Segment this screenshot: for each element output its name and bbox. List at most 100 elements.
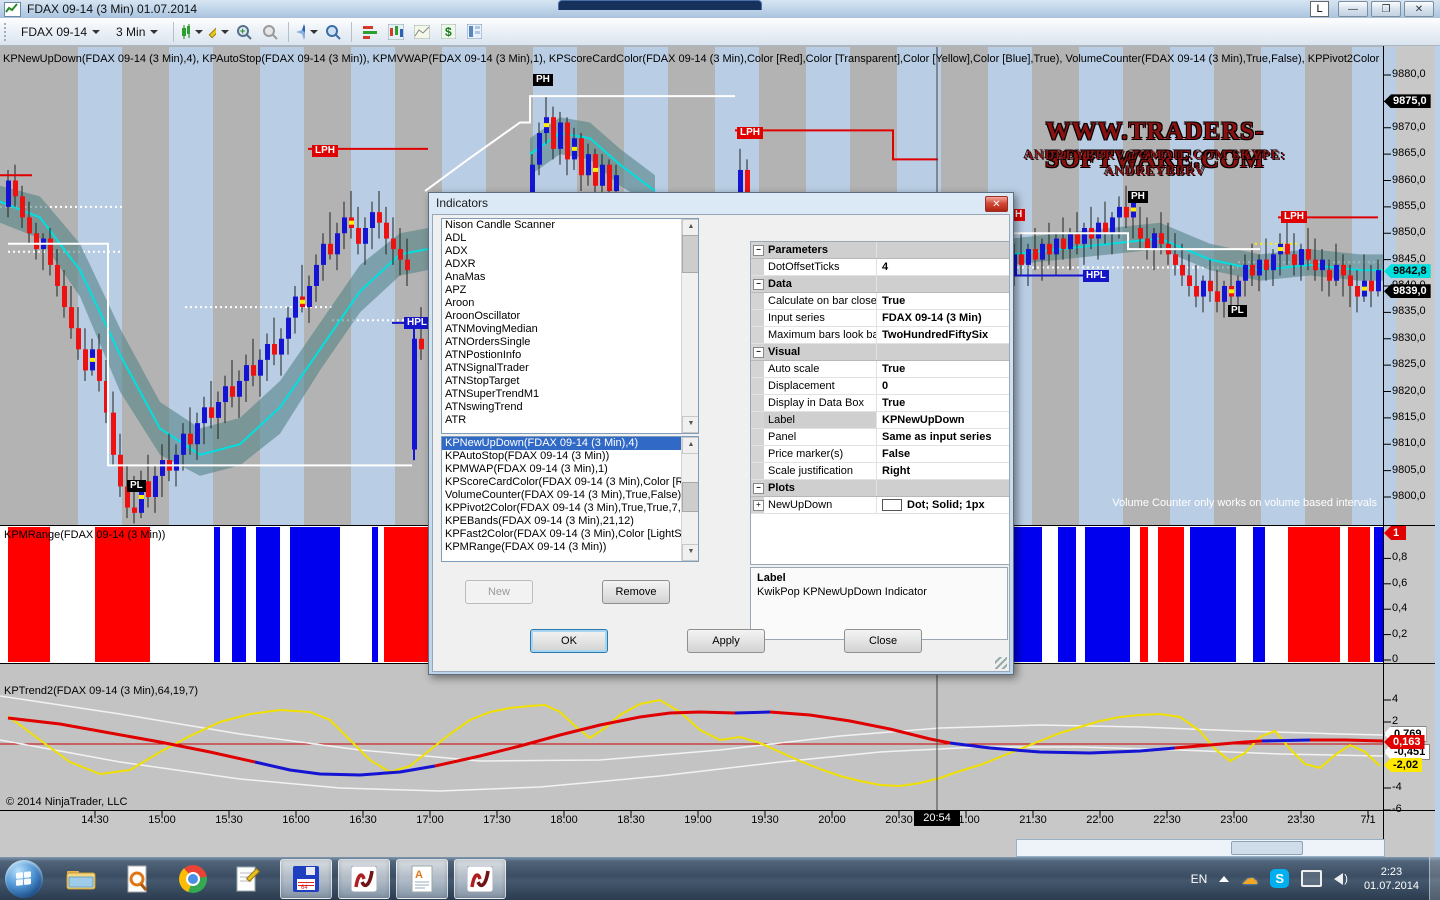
property-value[interactable]: TwoHundredFiftySix xyxy=(877,327,1009,343)
selected-indicator-item[interactable]: KPMRange(FDAX 09-14 (3 Min)) xyxy=(442,541,681,554)
available-indicator-item[interactable]: ATNPostionInfo xyxy=(442,349,681,362)
taskbar-notepad-button[interactable] xyxy=(224,860,274,898)
dialog-titlebar[interactable]: Indicators xyxy=(429,193,1013,213)
new-button[interactable]: New xyxy=(465,580,533,604)
taskbar-floppy-app-button[interactable]: 64 xyxy=(280,859,332,899)
taskbar-chrome-button[interactable] xyxy=(168,860,218,898)
tray-expand-button[interactable] xyxy=(1219,876,1229,882)
property-row-auto-scale[interactable]: Auto scaleTrue xyxy=(751,361,1009,378)
chart-style-button[interactable] xyxy=(181,22,203,42)
selected-list-scrollbar[interactable]: ▲ ▼ xyxy=(681,437,698,561)
zoom-out-button[interactable] xyxy=(259,22,281,42)
scroll-down-icon[interactable]: ▼ xyxy=(682,416,699,433)
close-button[interactable]: ✕ xyxy=(1404,1,1434,17)
property-value[interactable]: 0 xyxy=(877,378,1009,394)
columns-button[interactable] xyxy=(463,22,485,42)
available-indicator-item[interactable]: APZ xyxy=(442,284,681,297)
property-row-calculate-on-bar-close[interactable]: Calculate on bar closeTrue xyxy=(751,293,1009,310)
property-value[interactable]: Right xyxy=(877,463,1009,479)
available-indicator-item[interactable]: ATNSignalTrader xyxy=(442,362,681,375)
property-value[interactable]: Dot; Solid; 1px xyxy=(877,497,1009,513)
selected-indicator-item[interactable]: VolumeCounter(FDAX 09-14 (3 Min),True,Fa… xyxy=(442,489,681,502)
scroll-down-icon[interactable]: ▼ xyxy=(682,544,699,561)
selected-indicator-item[interactable]: KPPivot2Color(FDAX 09-14 (3 Min),True,Tr… xyxy=(442,502,681,515)
property-value[interactable]: False xyxy=(877,446,1009,462)
selected-indicator-item[interactable]: KPScoreCardColor(FDAX 09-14 (3 Min),Colo… xyxy=(442,476,681,489)
property-section-parameters[interactable]: −Parameters xyxy=(751,242,1009,259)
network-tray-icon[interactable] xyxy=(1301,870,1322,887)
chart-image-button[interactable] xyxy=(411,22,433,42)
taskbar-search-button[interactable] xyxy=(112,860,162,898)
selected-indicator-item[interactable]: KPAutoStop(FDAX 09-14 (3 Min)) xyxy=(442,450,681,463)
available-indicator-item[interactable]: Nison Candle Scanner xyxy=(442,219,681,232)
property-row-dotoffsetticks[interactable]: DotOffsetTicks4 xyxy=(751,259,1009,276)
expand-icon[interactable]: + xyxy=(753,500,764,511)
volume-tray-icon[interactable]: ) xyxy=(1334,873,1348,885)
restore-button[interactable]: ❐ xyxy=(1371,1,1401,17)
property-section-visual[interactable]: −Visual xyxy=(751,344,1009,361)
minimize-button[interactable]: — xyxy=(1338,1,1368,17)
language-indicator[interactable]: EN xyxy=(1191,872,1208,886)
property-value[interactable]: True xyxy=(877,293,1009,309)
remove-button[interactable]: Remove xyxy=(602,580,670,604)
property-value[interactable]: KPNewUpDown xyxy=(877,412,1009,428)
property-value[interactable]: 4 xyxy=(877,259,1009,275)
available-indicator-item[interactable]: ATNOrdersSingle xyxy=(442,336,681,349)
plot-color-swatch[interactable] xyxy=(882,499,902,511)
available-indicator-item[interactable]: ATR xyxy=(442,414,681,427)
available-indicator-item[interactable]: AnaMas xyxy=(442,271,681,284)
collapse-icon[interactable]: − xyxy=(753,483,764,494)
property-row-scale-justification[interactable]: Scale justificationRight xyxy=(751,463,1009,480)
scrollbar-thumb[interactable] xyxy=(1231,841,1303,855)
scrollbar-thumb[interactable] xyxy=(682,482,699,512)
property-value[interactable]: True xyxy=(877,361,1009,377)
property-row-maximum-bars-look-back[interactable]: Maximum bars look backTwoHundredFiftySix xyxy=(751,327,1009,344)
available-indicators-list[interactable]: Nison Candle ScannerADLADXADXRAnaMasAPZA… xyxy=(441,218,699,434)
collapse-icon[interactable]: − xyxy=(753,279,764,290)
taskbar-document-button[interactable]: A xyxy=(396,859,448,899)
interval-dropdown[interactable]: 3 Min xyxy=(110,22,164,42)
property-section-plots[interactable]: −Plots xyxy=(751,480,1009,497)
horizontal-scrollbar[interactable] xyxy=(1016,839,1385,857)
cloud-tray-icon[interactable]: ☁ xyxy=(1241,869,1258,889)
property-value[interactable]: Same as input series xyxy=(877,429,1009,445)
crosshair-button[interactable] xyxy=(296,22,318,42)
scroll-up-icon[interactable]: ▲ xyxy=(682,219,699,236)
property-value[interactable]: True xyxy=(877,395,1009,411)
account-button[interactable]: $ xyxy=(437,22,459,42)
start-button[interactable] xyxy=(5,860,43,898)
collapse-icon[interactable]: − xyxy=(753,245,764,256)
available-indicator-item[interactable]: ATNMovingMedian xyxy=(442,323,681,336)
available-indicator-item[interactable]: ATNSuperTrendM1 xyxy=(442,388,681,401)
drawing-tools-button[interactable] xyxy=(207,22,229,42)
property-row-input-series[interactable]: Input seriesFDAX 09-14 (3 Min) xyxy=(751,310,1009,327)
background-window-titlebar[interactable] xyxy=(558,0,762,10)
taskbar-ninjatrader-button-2[interactable] xyxy=(454,859,506,899)
property-row-price-marker-s-[interactable]: Price marker(s)False xyxy=(751,446,1009,463)
data-box-button[interactable] xyxy=(322,22,344,42)
property-row-newupdown[interactable]: +NewUpDownDot; Solid; 1px xyxy=(751,497,1009,514)
selected-indicator-item[interactable]: KPFast2Color(FDAX 09-14 (3 Min),Color [L… xyxy=(442,528,681,541)
zoom-in-button[interactable]: + xyxy=(233,22,255,42)
available-indicator-item[interactable]: ADXR xyxy=(442,258,681,271)
property-section-data[interactable]: −Data xyxy=(751,276,1009,293)
taskbar-explorer-button[interactable] xyxy=(56,860,106,898)
dialog-close-button[interactable]: ✕ xyxy=(985,196,1008,212)
property-row-label[interactable]: LabelKPNewUpDown xyxy=(751,412,1009,429)
property-row-panel[interactable]: PanelSame as input series xyxy=(751,429,1009,446)
available-indicator-item[interactable]: ADX xyxy=(442,245,681,258)
available-list-scrollbar[interactable]: ▲ ▼ xyxy=(681,219,698,433)
available-indicator-item[interactable]: Aroon xyxy=(442,297,681,310)
property-value[interactable]: FDAX 09-14 (3 Min) xyxy=(877,310,1009,326)
selected-indicators-list[interactable]: KPNewUpDown(FDAX 09-14 (3 Min),4)KPAutoS… xyxy=(441,436,699,562)
instrument-dropdown[interactable]: FDAX 09-14 xyxy=(15,22,106,42)
market-analyzer-button[interactable] xyxy=(359,22,381,42)
available-indicator-item[interactable]: ATNStopTarget xyxy=(442,375,681,388)
available-indicator-item[interactable]: ADL xyxy=(442,232,681,245)
selected-indicator-item[interactable]: KPMWAP(FDAX 09-14 (3 Min),1) xyxy=(442,463,681,476)
taskbar-clock[interactable]: 2:23 01.07.2014 xyxy=(1364,865,1419,893)
dialog-resize-grip[interactable] xyxy=(995,657,1007,669)
selected-indicator-item[interactable]: KPNewUpDown(FDAX 09-14 (3 Min),4) xyxy=(442,437,681,450)
collapse-icon[interactable]: − xyxy=(753,347,764,358)
scroll-up-icon[interactable]: ▲ xyxy=(682,437,699,454)
